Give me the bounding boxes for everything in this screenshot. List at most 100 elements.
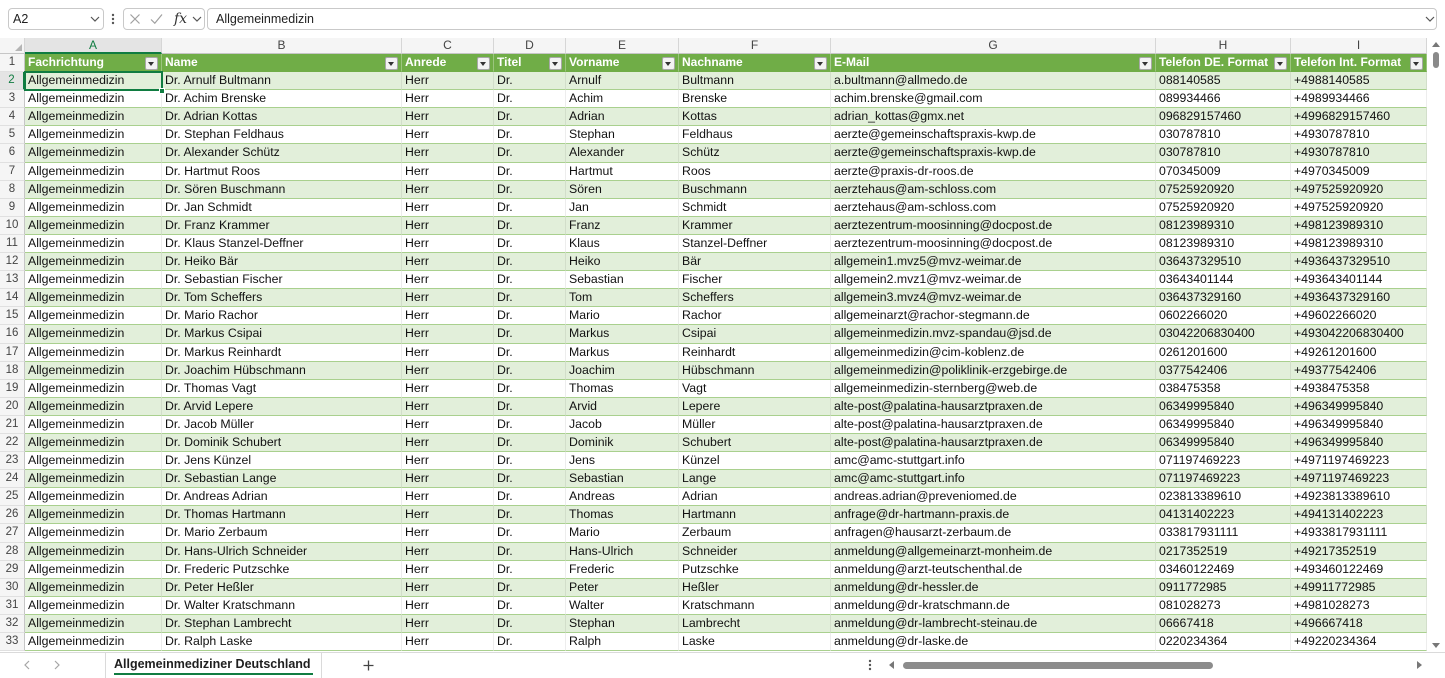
more-options-icon[interactable] bbox=[868, 659, 872, 671]
row-header[interactable]: 13 bbox=[0, 271, 25, 290]
cell-vorname[interactable]: Stephan bbox=[566, 126, 679, 145]
cell-name[interactable]: Dr. Achim Brenske bbox=[162, 90, 402, 109]
cell-telefon-de[interactable]: 030787810 bbox=[1156, 126, 1291, 145]
cell-fachrichtung[interactable]: Allgemeinmedizin bbox=[25, 162, 162, 181]
cell-nachname[interactable]: Schubert bbox=[679, 433, 831, 453]
cell-fachrichtung[interactable]: Allgemeinmedizin bbox=[25, 542, 162, 561]
cell-titel[interactable]: Dr. bbox=[494, 415, 566, 434]
cell-fachrichtung[interactable]: Allgemeinmedizin bbox=[25, 379, 162, 398]
cell-nachname[interactable]: Zerbaum bbox=[679, 524, 831, 543]
row-header[interactable]: 19 bbox=[0, 379, 25, 398]
row-header[interactable]: 11 bbox=[0, 234, 25, 254]
row-header[interactable]: 3 bbox=[0, 90, 25, 109]
cell-name[interactable]: Dr. Tom Scheffers bbox=[162, 289, 402, 308]
cell-telefon-int[interactable]: +496349995840 bbox=[1291, 433, 1427, 453]
cell-name[interactable]: Dr. Thomas Vagt bbox=[162, 379, 402, 398]
cell-fachrichtung[interactable]: Allgemeinmedizin bbox=[25, 361, 162, 380]
row-header[interactable]: 21 bbox=[0, 415, 25, 434]
cell-anrede[interactable]: Herr bbox=[402, 162, 494, 181]
cell-telefon-de[interactable]: 0220234364 bbox=[1156, 633, 1291, 652]
vertical-scrollbar-thumb[interactable] bbox=[1433, 52, 1439, 68]
chevron-right-icon[interactable] bbox=[54, 660, 60, 670]
column-header-i[interactable]: I bbox=[1291, 38, 1427, 54]
header-cell-telefon-de[interactable]: Telefon DE. Format bbox=[1156, 54, 1291, 73]
cell-telefon-de[interactable]: 06349995840 bbox=[1156, 433, 1291, 453]
cell-email[interactable]: anmeldung@allgemeinarzt-monheim.de bbox=[831, 542, 1156, 561]
cell-titel[interactable]: Dr. bbox=[494, 633, 566, 652]
cell-nachname[interactable]: Putzschke bbox=[679, 560, 831, 579]
cell-vorname[interactable]: Stephan bbox=[566, 614, 679, 633]
cell-nachname[interactable]: Hartmann bbox=[679, 506, 831, 525]
cell-anrede[interactable]: Herr bbox=[402, 289, 494, 308]
column-header-h[interactable]: H bbox=[1156, 38, 1291, 54]
cell-anrede[interactable]: Herr bbox=[402, 343, 494, 362]
chevron-down-icon[interactable] bbox=[192, 16, 202, 22]
cell-email[interactable]: allgemein1.mvz5@mvz-weimar.de bbox=[831, 253, 1156, 272]
row-header[interactable]: 31 bbox=[0, 596, 25, 615]
cell-telefon-de[interactable]: 0911772985 bbox=[1156, 578, 1291, 597]
cell-name[interactable]: Dr. Arnulf Bultmann bbox=[162, 72, 402, 91]
cell-email[interactable]: aerztehaus@am-schloss.com bbox=[831, 180, 1156, 199]
filter-dropdown-button[interactable] bbox=[145, 56, 158, 70]
cell-telefon-int[interactable]: +496349995840 bbox=[1291, 415, 1427, 434]
cell-anrede[interactable]: Herr bbox=[402, 325, 494, 344]
cell-name[interactable]: Dr. Hartmut Roos bbox=[162, 162, 402, 181]
row-header[interactable]: 33 bbox=[0, 633, 25, 652]
cell-telefon-int[interactable]: +4923813389610 bbox=[1291, 488, 1427, 507]
row-header[interactable]: 2 bbox=[0, 72, 25, 91]
cell-email[interactable]: anfragen@hausarzt-zerbaum.de bbox=[831, 524, 1156, 543]
cell-telefon-de[interactable]: 096829157460 bbox=[1156, 108, 1291, 127]
horizontal-scrollbar-thumb[interactable] bbox=[903, 662, 1213, 669]
cell-nachname[interactable]: Vagt bbox=[679, 379, 831, 398]
cell-titel[interactable]: Dr. bbox=[494, 452, 566, 471]
header-cell-telefon-int[interactable]: Telefon Int. Format bbox=[1291, 54, 1427, 73]
cell-vorname[interactable]: Arvid bbox=[566, 397, 679, 416]
cell-telefon-de[interactable]: 06349995840 bbox=[1156, 415, 1291, 434]
cell-telefon-de[interactable]: 038475358 bbox=[1156, 379, 1291, 398]
cell-titel[interactable]: Dr. bbox=[494, 614, 566, 633]
cell-telefon-de[interactable]: 088140585 bbox=[1156, 72, 1291, 91]
cell-email[interactable]: allgemeinmedizin@poliklinik-erzgebirge.d… bbox=[831, 361, 1156, 380]
cell-telefon-de[interactable]: 07525920920 bbox=[1156, 198, 1291, 217]
cell-telefon-int[interactable]: +4936437329160 bbox=[1291, 289, 1427, 308]
cell-telefon-int[interactable]: +4970345009 bbox=[1291, 162, 1427, 181]
cell-nachname[interactable]: Fischer bbox=[679, 271, 831, 290]
cell-nachname[interactable]: Lange bbox=[679, 470, 831, 489]
cell-fachrichtung[interactable]: Allgemeinmedizin bbox=[25, 578, 162, 597]
cell-telefon-de[interactable]: 07525920920 bbox=[1156, 180, 1291, 199]
cell-email[interactable]: allgemeinmedizin@cim-koblenz.de bbox=[831, 343, 1156, 362]
cell-name[interactable]: Dr. Walter Kratschmann bbox=[162, 596, 402, 615]
cell-telefon-int[interactable]: +4988140585 bbox=[1291, 72, 1427, 91]
cell-name[interactable]: Dr. Alexander Schütz bbox=[162, 144, 402, 163]
cell-telefon-int[interactable]: +4936437329510 bbox=[1291, 253, 1427, 272]
cell-telefon-de[interactable]: 033817931111 bbox=[1156, 524, 1291, 543]
cell-fachrichtung[interactable]: Allgemeinmedizin bbox=[25, 144, 162, 163]
cell-titel[interactable]: Dr. bbox=[494, 488, 566, 507]
cell-name[interactable]: Dr. Franz Krammer bbox=[162, 216, 402, 235]
cell-telefon-int[interactable]: +496349995840 bbox=[1291, 397, 1427, 416]
cell-name[interactable]: Dr. Joachim Hübschmann bbox=[162, 361, 402, 380]
fill-handle[interactable] bbox=[159, 88, 165, 94]
cell-anrede[interactable]: Herr bbox=[402, 470, 494, 489]
cell-anrede[interactable]: Herr bbox=[402, 253, 494, 272]
cell-nachname[interactable]: Lambrecht bbox=[679, 614, 831, 633]
cell-vorname[interactable]: Dominik bbox=[566, 433, 679, 453]
cell-name[interactable]: Dr. Adrian Kottas bbox=[162, 108, 402, 127]
cell-anrede[interactable]: Herr bbox=[402, 72, 494, 91]
cell-email[interactable]: allgemeinmedizin-sternberg@web.de bbox=[831, 379, 1156, 398]
row-header[interactable]: 23 bbox=[0, 452, 25, 471]
cell-anrede[interactable]: Herr bbox=[402, 108, 494, 127]
cell-telefon-int[interactable]: +4996829157460 bbox=[1291, 108, 1427, 127]
filter-dropdown-button[interactable] bbox=[1410, 56, 1423, 70]
cell-fachrichtung[interactable]: Allgemeinmedizin bbox=[25, 126, 162, 145]
cell-anrede[interactable]: Herr bbox=[402, 506, 494, 525]
cell-name[interactable]: Dr. Arvid Lepere bbox=[162, 397, 402, 416]
header-cell-vorname[interactable]: Vorname bbox=[566, 54, 679, 73]
cell-titel[interactable]: Dr. bbox=[494, 343, 566, 362]
cell-fachrichtung[interactable]: Allgemeinmedizin bbox=[25, 397, 162, 416]
cell-telefon-de[interactable]: 0261201600 bbox=[1156, 343, 1291, 362]
cell-name[interactable]: Dr. Markus Reinhardt bbox=[162, 343, 402, 362]
cell-nachname[interactable]: Feldhaus bbox=[679, 126, 831, 145]
cell-email[interactable]: anmeldung@dr-lambrecht-steinau.de bbox=[831, 614, 1156, 633]
row-header[interactable]: 27 bbox=[0, 524, 25, 543]
